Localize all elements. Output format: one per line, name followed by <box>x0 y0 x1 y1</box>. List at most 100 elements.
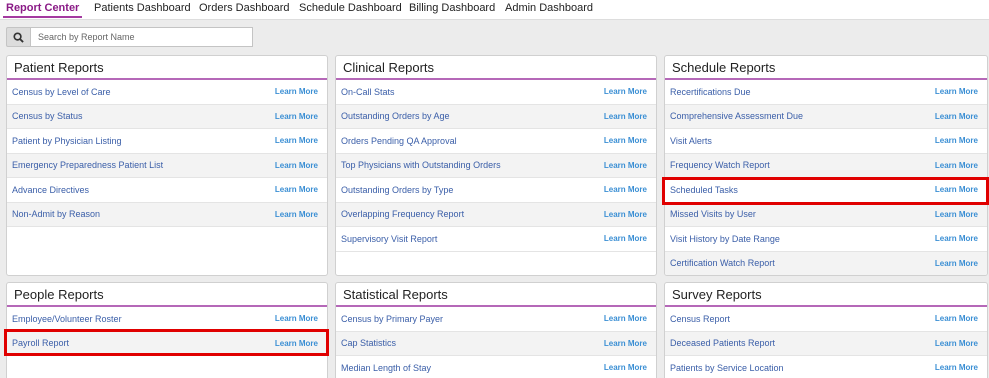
report-link[interactable]: Patient by Physician Listing <box>12 136 122 146</box>
learn-more-link[interactable]: Learn More <box>935 234 978 243</box>
report-list: Employee/Volunteer Roster Learn More Payr… <box>7 307 327 356</box>
tab-orders-dashboard[interactable]: Orders Dashboard <box>199 2 290 14</box>
search-button[interactable] <box>6 27 30 47</box>
report-link[interactable]: Census by Status <box>12 111 83 121</box>
report-link[interactable]: Deceased Patients Report <box>670 338 775 348</box>
report-row: Overlapping Frequency Report Learn More <box>336 202 656 227</box>
panel-patient-reports: Patient Reports Census by Level of Care L… <box>6 55 328 276</box>
learn-more-link[interactable]: Learn More <box>275 339 318 348</box>
report-row: Deceased Patients Report Learn More <box>665 331 987 356</box>
panel-title: Statistical Reports <box>336 283 656 307</box>
learn-more-link[interactable]: Learn More <box>275 112 318 121</box>
learn-more-link[interactable]: Learn More <box>604 339 647 348</box>
report-list: On-Call Stats Learn More Outstanding Orde… <box>336 80 656 252</box>
learn-more-link[interactable]: Learn More <box>935 112 978 121</box>
report-link[interactable]: Census by Primary Payer <box>341 314 443 324</box>
tab-admin-dashboard[interactable]: Admin Dashboard <box>505 2 593 14</box>
report-link[interactable]: Recertifications Due <box>670 87 751 97</box>
report-link[interactable]: Orders Pending QA Approval <box>341 136 457 146</box>
tab-report-center[interactable]: Report Center <box>2 2 83 18</box>
report-link[interactable]: Outstanding Orders by Type <box>341 185 453 195</box>
report-link[interactable]: Visit Alerts <box>670 136 712 146</box>
report-link[interactable]: Frequency Watch Report <box>670 160 770 170</box>
report-link[interactable]: On-Call Stats <box>341 87 395 97</box>
report-row: Supervisory Visit Report Learn More <box>336 227 656 252</box>
report-row: Census by Status Learn More <box>7 104 327 129</box>
learn-more-link[interactable]: Learn More <box>604 314 647 323</box>
learn-more-link[interactable]: Learn More <box>275 185 318 194</box>
learn-more-link[interactable]: Learn More <box>604 234 647 243</box>
report-link[interactable]: Payroll Report <box>12 338 69 348</box>
learn-more-link[interactable]: Learn More <box>604 363 647 372</box>
report-list: Census Report Learn More Deceased Patient… <box>665 307 987 378</box>
report-link[interactable]: Census Report <box>670 314 730 324</box>
report-row: Visit Alerts Learn More <box>665 129 987 154</box>
learn-more-link[interactable]: Learn More <box>604 210 647 219</box>
report-link[interactable]: Missed Visits by User <box>670 209 756 219</box>
report-link[interactable]: Outstanding Orders by Age <box>341 111 450 121</box>
report-row: Patient by Physician Listing Learn More <box>7 129 327 154</box>
report-link[interactable]: Visit History by Date Range <box>670 234 780 244</box>
learn-more-link[interactable]: Learn More <box>275 314 318 323</box>
report-link[interactable]: Emergency Preparedness Patient List <box>12 160 163 170</box>
learn-more-link[interactable]: Learn More <box>935 314 978 323</box>
panel-title: People Reports <box>7 283 327 307</box>
learn-more-link[interactable]: Learn More <box>604 185 647 194</box>
tab-schedule-dashboard[interactable]: Schedule Dashboard <box>299 2 402 14</box>
learn-more-link[interactable]: Learn More <box>935 363 978 372</box>
report-row: Certification Watch Report Learn More <box>665 251 987 275</box>
report-row: Census Report Learn More <box>665 307 987 332</box>
search-bar <box>6 27 253 47</box>
report-link[interactable]: Census by Level of Care <box>12 87 111 97</box>
learn-more-link[interactable]: Learn More <box>935 136 978 145</box>
report-row: Payroll Report Learn More <box>7 331 327 356</box>
learn-more-link[interactable]: Learn More <box>604 112 647 121</box>
report-link[interactable]: Supervisory Visit Report <box>341 234 437 244</box>
report-row: Emergency Preparedness Patient List Learn… <box>7 153 327 178</box>
report-link[interactable]: Cap Statistics <box>341 338 396 348</box>
report-link[interactable]: Comprehensive Assessment Due <box>670 111 803 121</box>
learn-more-link[interactable]: Learn More <box>935 161 978 170</box>
learn-more-link[interactable]: Learn More <box>275 161 318 170</box>
tab-patients-dashboard[interactable]: Patients Dashboard <box>94 2 191 14</box>
report-link[interactable]: Overlapping Frequency Report <box>341 209 464 219</box>
report-row: Outstanding Orders by Age Learn More <box>336 104 656 129</box>
panel-people-reports: People Reports Employee/Volunteer Roster… <box>6 282 328 378</box>
report-row: Census by Level of Care Learn More <box>7 80 327 105</box>
report-row: Employee/Volunteer Roster Learn More <box>7 307 327 332</box>
learn-more-link[interactable]: Learn More <box>935 87 978 96</box>
learn-more-link[interactable]: Learn More <box>275 210 318 219</box>
tab-billing-dashboard[interactable]: Billing Dashboard <box>409 2 495 14</box>
report-row: Patients by Service Location Learn More <box>665 356 987 378</box>
report-link[interactable]: Certification Watch Report <box>670 258 775 268</box>
search-input[interactable] <box>30 27 253 47</box>
panel-survey-reports: Survey Reports Census Report Learn More D… <box>664 282 988 378</box>
learn-more-link[interactable]: Learn More <box>935 339 978 348</box>
report-link[interactable]: Non-Admit by Reason <box>12 209 100 219</box>
top-navigation: Report Center Patients Dashboard Orders … <box>0 0 989 20</box>
report-link[interactable]: Employee/Volunteer Roster <box>12 314 122 324</box>
report-row: Outstanding Orders by Type Learn More <box>336 178 656 203</box>
report-link[interactable]: Top Physicians with Outstanding Orders <box>341 160 501 170</box>
report-link[interactable]: Median Length of Stay <box>341 363 431 373</box>
report-link[interactable]: Advance Directives <box>12 185 89 195</box>
learn-more-link[interactable]: Learn More <box>604 161 647 170</box>
report-row: Scheduled Tasks Learn More <box>665 178 987 203</box>
learn-more-link[interactable]: Learn More <box>275 136 318 145</box>
learn-more-link[interactable]: Learn More <box>275 87 318 96</box>
learn-more-link[interactable]: Learn More <box>604 87 647 96</box>
search-icon <box>13 31 24 43</box>
learn-more-link[interactable]: Learn More <box>935 259 978 268</box>
learn-more-link[interactable]: Learn More <box>935 210 978 219</box>
panel-title: Patient Reports <box>7 56 327 80</box>
report-row: On-Call Stats Learn More <box>336 80 656 105</box>
panel-schedule-reports: Schedule Reports Recertifications Due Lea… <box>664 55 988 276</box>
report-row: Cap Statistics Learn More <box>336 331 656 356</box>
report-row: Census by Primary Payer Learn More <box>336 307 656 332</box>
learn-more-link[interactable]: Learn More <box>935 185 978 194</box>
learn-more-link[interactable]: Learn More <box>604 136 647 145</box>
report-link[interactable]: Patients by Service Location <box>670 363 784 373</box>
report-link[interactable]: Scheduled Tasks <box>670 185 738 195</box>
panel-title: Schedule Reports <box>665 56 987 80</box>
panel-clinical-reports: Clinical Reports On-Call Stats Learn More… <box>335 55 657 276</box>
